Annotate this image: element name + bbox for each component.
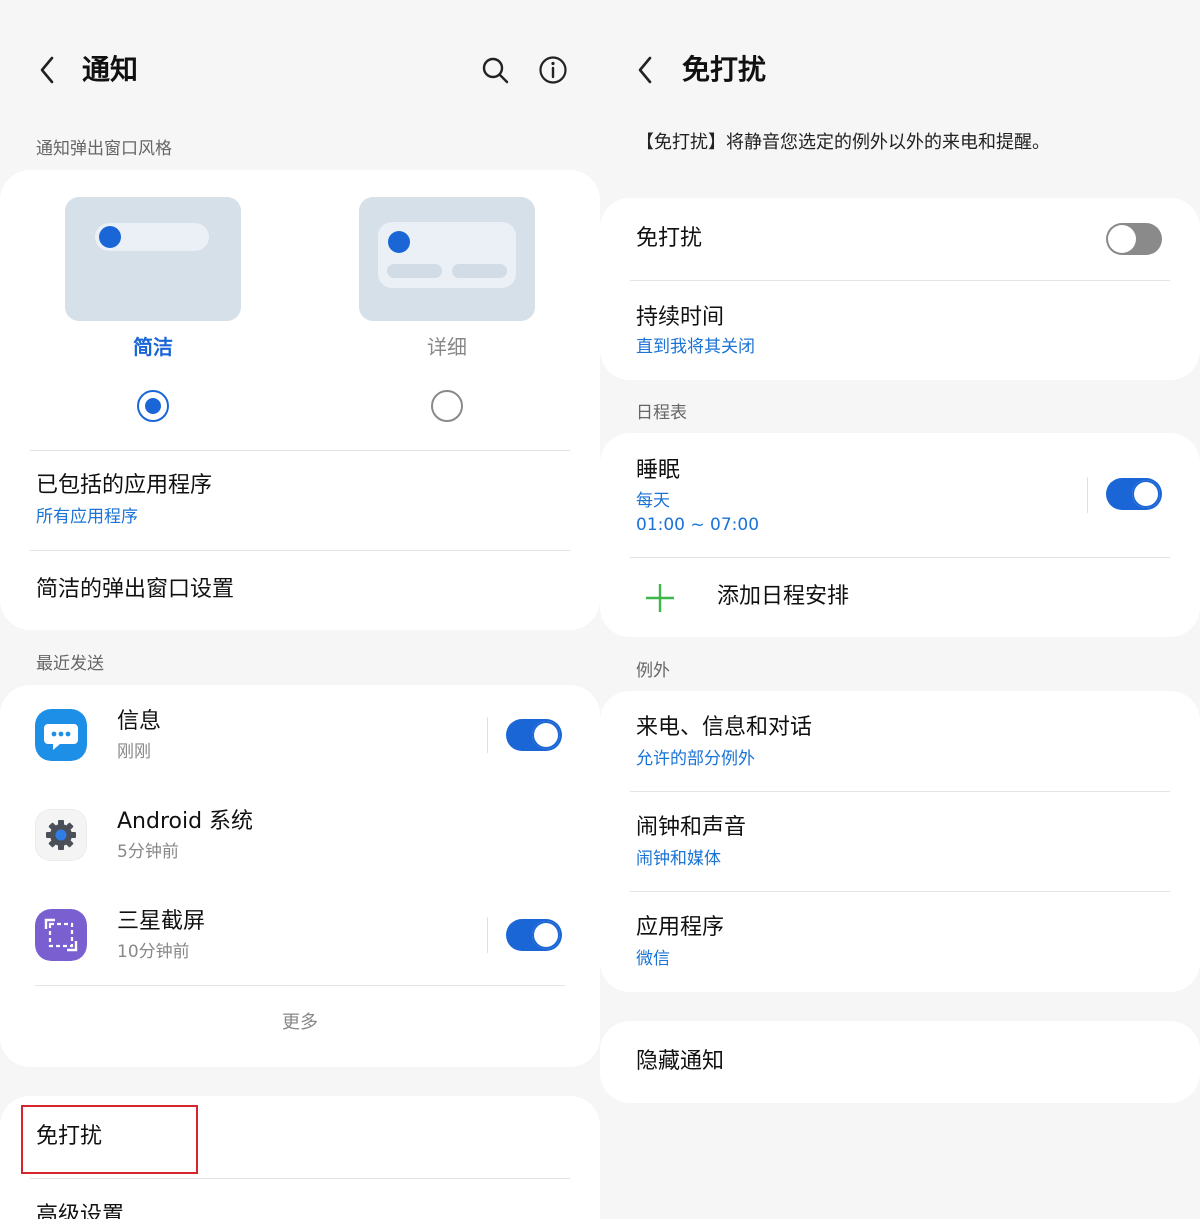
samsung-screenshot-icon — [35, 909, 87, 961]
detailed-style-label: 详细 — [427, 335, 467, 359]
vertical-separator — [487, 717, 488, 753]
recent-app-time: 5分钟前 — [117, 842, 179, 862]
vertical-separator — [1087, 477, 1088, 513]
page-title: 免打扰 — [682, 53, 767, 86]
recent-app-time: 10分钟前 — [117, 942, 190, 962]
exception-row[interactable]: 应用程序 微信 — [600, 892, 1200, 992]
screenshot-toggle[interactable] — [506, 919, 562, 951]
hide-notifications-row[interactable]: 隐藏通知 — [600, 1021, 1200, 1103]
dnd-main-card: 免打扰 持续时间 直到我将其关闭 — [600, 198, 1200, 380]
exception-title: 应用程序 — [636, 915, 725, 940]
popup-style-label: 通知弹出窗口风格 — [36, 139, 172, 159]
brief-style-preview[interactable] — [65, 197, 241, 321]
recent-apps-card: 信息 刚刚 Android 系统 5分钟前 三星截屏 10分钟前 更多 — [0, 685, 600, 1067]
exception-title: 闹钟和声音 — [636, 815, 747, 840]
hide-notifications-card: 隐藏通知 — [600, 1021, 1200, 1103]
exception-sub: 允许的部分例外 — [636, 749, 755, 769]
brief-popup-settings-title: 简洁的弹出窗口设置 — [36, 577, 235, 602]
duration-sub: 直到我将其关闭 — [636, 337, 755, 357]
detailed-style-radio[interactable] — [431, 390, 463, 422]
search-icon[interactable] — [479, 54, 511, 86]
popup-style-card: 简洁 详细 已包括的应用程序 所有应用程序 简洁的弹出窗口设置 — [0, 170, 600, 630]
recent-app-row[interactable]: 信息 刚刚 — [0, 685, 600, 785]
dnd-description: 【免打扰】将静音您选定的例外以外的来电和提醒。 — [636, 132, 1050, 153]
recent-label: 最近发送 — [36, 654, 104, 674]
advanced-settings-title: 高级设置 — [36, 1203, 125, 1219]
dnd-screen: 免打扰 【免打扰】将静音您选定的例外以外的来电和提醒。 免打扰 持续时间 直到我… — [600, 0, 1200, 1219]
schedule-card: 睡眠 每天 01:00 ~ 07:00 添加日程安排 — [600, 433, 1200, 637]
messages-icon — [35, 709, 87, 761]
exception-row[interactable]: 闹钟和声音 闹钟和媒体 — [600, 792, 1200, 891]
recent-app-row[interactable]: Android 系统 5分钟前 — [0, 785, 600, 885]
exception-sub: 微信 — [636, 949, 670, 969]
android-system-gear-icon — [35, 809, 87, 861]
exceptions-label: 例外 — [636, 661, 670, 681]
detailed-preview-bar — [452, 264, 507, 278]
sleep-title: 睡眠 — [636, 458, 681, 483]
recent-app-time: 刚刚 — [117, 742, 151, 762]
dnd-header: 免打扰 — [600, 40, 1200, 100]
highlight-box — [21, 1105, 198, 1174]
sleep-days: 每天 — [636, 491, 670, 511]
detailed-preview-bar — [387, 264, 442, 278]
duration-title: 持续时间 — [636, 305, 725, 330]
recent-app-name: 三星截屏 — [117, 909, 206, 934]
divider — [35, 985, 565, 986]
recent-app-name: Android 系统 — [117, 809, 254, 834]
sleep-schedule-row[interactable]: 睡眠 每天 01:00 ~ 07:00 — [600, 433, 1200, 557]
brief-style-radio[interactable] — [137, 390, 169, 422]
add-schedule-row[interactable]: 添加日程安排 — [600, 558, 1200, 637]
notifications-screen: 通知 通知弹出窗口风格 简洁 详细 已包括的应用程序 所有应用程序 简洁的弹出窗… — [0, 0, 600, 1219]
hide-notifications-title: 隐藏通知 — [636, 1049, 725, 1074]
sleep-toggle[interactable] — [1106, 478, 1162, 510]
brief-popup-settings-row[interactable]: 简洁的弹出窗口设置 — [0, 551, 600, 630]
dnd-toggle-row[interactable]: 免打扰 — [600, 198, 1200, 280]
included-apps-title: 已包括的应用程序 — [36, 473, 213, 498]
brief-style-label: 简洁 — [133, 335, 173, 359]
schedule-label: 日程表 — [636, 403, 687, 423]
brief-preview-dot — [99, 226, 121, 248]
page-title: 通知 — [82, 53, 139, 86]
included-apps-row[interactable]: 已包括的应用程序 所有应用程序 — [0, 451, 600, 550]
advanced-settings-row[interactable]: 高级设置 — [0, 1179, 600, 1219]
exceptions-card: 来电、信息和对话 允许的部分例外 闹钟和声音 闹钟和媒体 应用程序 微信 — [600, 691, 1200, 992]
vertical-separator — [487, 917, 488, 953]
info-icon[interactable] — [537, 54, 569, 86]
detailed-style-preview[interactable] — [359, 197, 535, 321]
included-apps-sub: 所有应用程序 — [36, 507, 138, 527]
plus-icon — [646, 584, 674, 612]
dnd-toggle[interactable] — [1106, 223, 1162, 255]
messages-toggle[interactable] — [506, 719, 562, 751]
back-arrow-icon[interactable] — [34, 50, 62, 90]
sleep-time: 01:00 ~ 07:00 — [636, 515, 760, 535]
exception-row[interactable]: 来电、信息和对话 允许的部分例外 — [600, 691, 1200, 791]
recent-app-row[interactable]: 三星截屏 10分钟前 — [0, 885, 600, 985]
dnd-toggle-label: 免打扰 — [636, 226, 703, 251]
more-button[interactable]: 更多 — [0, 1011, 600, 1035]
exception-sub: 闹钟和媒体 — [636, 849, 721, 869]
duration-row[interactable]: 持续时间 直到我将其关闭 — [600, 281, 1200, 380]
add-schedule-label: 添加日程安排 — [717, 584, 850, 609]
exception-title: 来电、信息和对话 — [636, 715, 813, 740]
detailed-preview-dot — [388, 231, 410, 253]
recent-app-name: 信息 — [117, 709, 162, 734]
back-arrow-icon[interactable] — [632, 50, 660, 90]
notifications-header: 通知 — [0, 40, 600, 100]
